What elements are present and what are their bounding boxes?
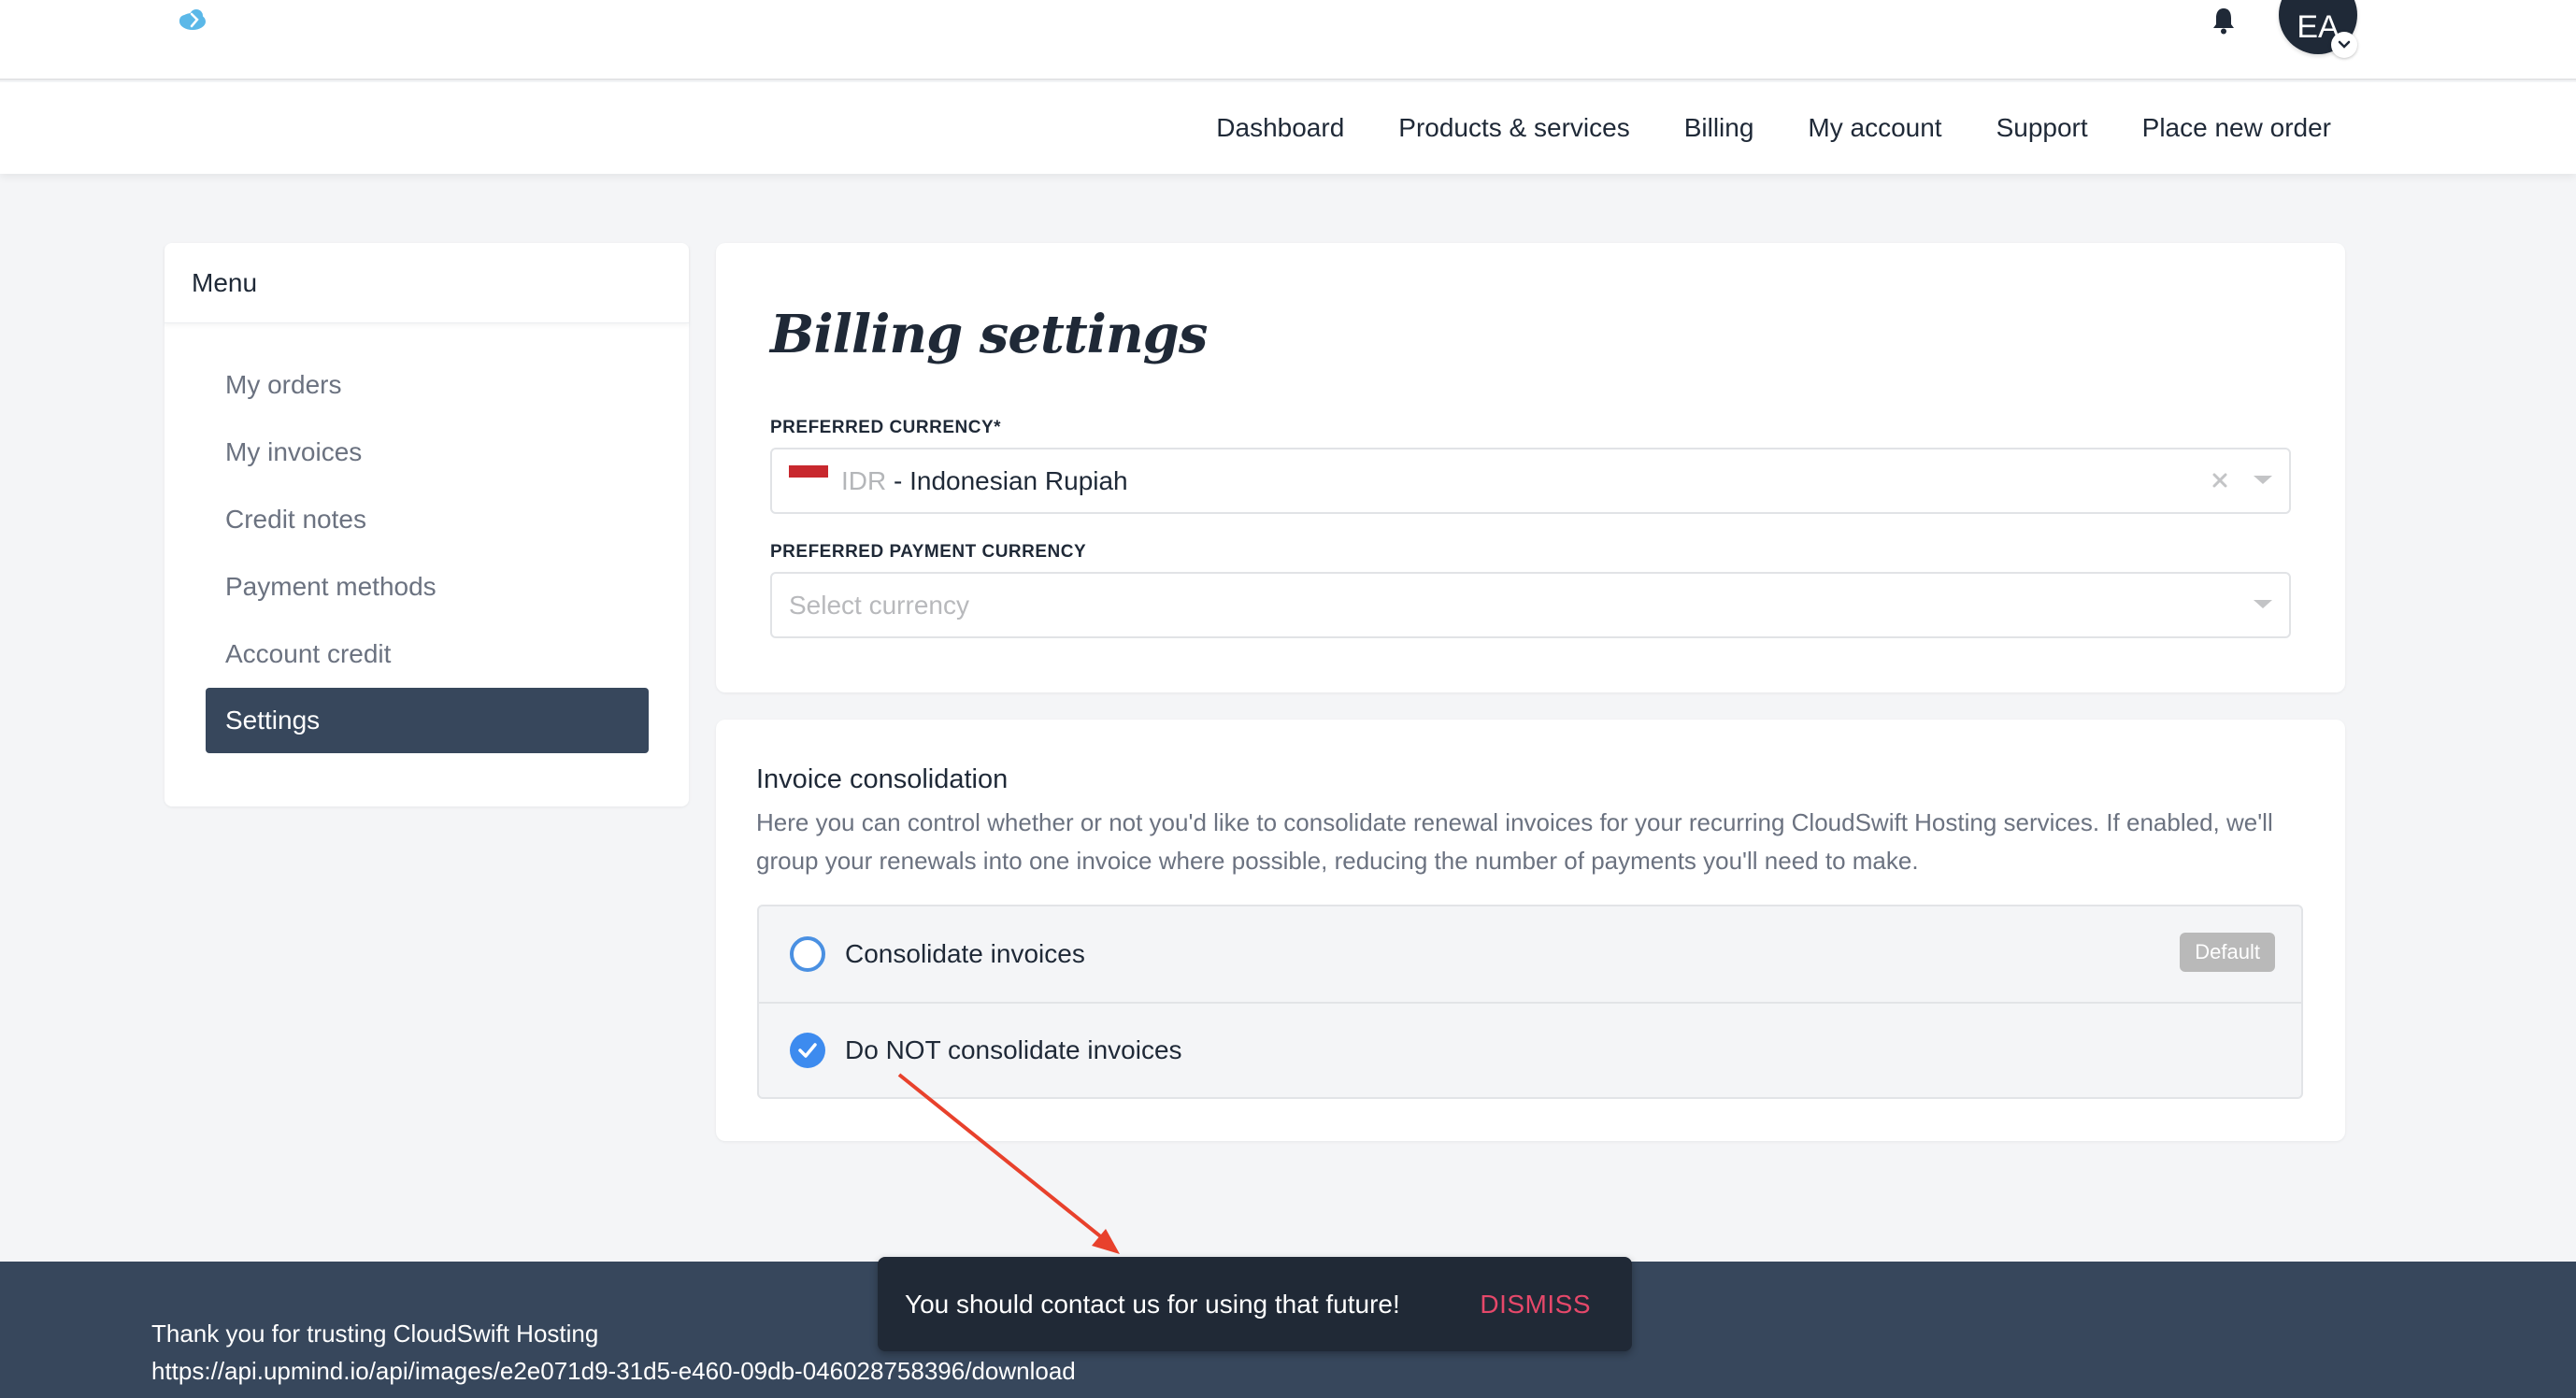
sidebar-item-credit-notes[interactable]: Credit notes (206, 486, 649, 553)
toast-notification: You should contact us for using that fut… (878, 1257, 1632, 1351)
nav-place-new-order[interactable]: Place new order (2142, 113, 2331, 143)
indonesia-flag-icon (789, 465, 828, 490)
dismiss-button[interactable]: DISMISS (1480, 1257, 1591, 1351)
sidebar-item-my-invoices[interactable]: My invoices (206, 419, 649, 486)
preferred-payment-currency-label: PREFERRED PAYMENT CURRENCY (770, 542, 1087, 562)
invoice-consolidation-card: Invoice consolidation Here you can contr… (716, 720, 2345, 1141)
main-nav: Dashboard Products & services Billing My… (1216, 82, 2331, 174)
nav-products-services[interactable]: Products & services (1398, 113, 1629, 143)
sidebar-item-payment-methods[interactable]: Payment methods (206, 553, 649, 621)
billing-settings-card: Billing settings PREFERRED CURRENCY* IDR… (716, 243, 2345, 692)
footer-url: https://api.upmind.io/api/images/e2e071d… (151, 1357, 1076, 1385)
option-do-not-consolidate[interactable]: Do NOT consolidate invoices (759, 1002, 2301, 1097)
nav-my-account[interactable]: My account (1808, 113, 1941, 143)
sidebar-item-account-credit[interactable]: Account credit (206, 621, 649, 688)
caret-down-icon[interactable] (2254, 476, 2272, 484)
preferred-payment-currency-select[interactable]: Select currency (770, 572, 2291, 638)
section-description: Here you can control whether or not you'… (756, 808, 2273, 875)
sidebar-menu: Menu My orders My invoices Credit notes … (165, 243, 689, 806)
option-label: Do NOT consolidate invoices (845, 1035, 1182, 1064)
bell-icon[interactable] (2210, 6, 2238, 36)
footer-thanks: Thank you for trusting CloudSwift Hostin… (151, 1320, 599, 1348)
option-label: Consolidate invoices (845, 939, 1085, 968)
sidebar-title: Menu (165, 243, 689, 323)
nav-billing[interactable]: Billing (1684, 113, 1754, 143)
page-title: Billing settings (770, 304, 1208, 365)
currency-code: IDR (841, 465, 887, 495)
consolidation-options: Consolidate invoices Default Do NOT cons… (757, 905, 2303, 1099)
sidebar-item-my-orders[interactable]: My orders (206, 351, 649, 419)
preferred-currency-value: IDR - Indonesian Rupiah (841, 449, 1128, 512)
chevron-down-icon[interactable] (2331, 32, 2357, 58)
sidebar-item-settings[interactable]: Settings (206, 688, 649, 753)
currency-name: - Indonesian Rupiah (886, 465, 1128, 495)
nav-support[interactable]: Support (1996, 113, 2088, 143)
preferred-currency-select[interactable]: IDR - Indonesian Rupiah (770, 448, 2291, 514)
nav-dashboard[interactable]: Dashboard (1216, 113, 1344, 143)
top-header: EA (0, 0, 2576, 80)
toast-message: You should contact us for using that fut… (905, 1289, 1400, 1319)
clear-icon[interactable] (2211, 471, 2229, 490)
main-navbar: Dashboard Products & services Billing My… (0, 82, 2576, 174)
radio-unchecked-icon[interactable] (790, 936, 825, 972)
cloudswift-logo-icon[interactable] (176, 6, 209, 34)
section-title: Invoice consolidation (756, 764, 1009, 794)
sidebar-list: My orders My invoices Credit notes Payme… (206, 351, 649, 753)
radio-checked-icon[interactable] (790, 1033, 825, 1068)
payment-currency-placeholder: Select currency (789, 590, 969, 620)
caret-down-icon[interactable] (2254, 600, 2272, 608)
default-badge: Default (2180, 933, 2275, 972)
option-consolidate-invoices[interactable]: Consolidate invoices Default (759, 906, 2301, 1002)
preferred-currency-label: PREFERRED CURRENCY* (770, 418, 1002, 437)
